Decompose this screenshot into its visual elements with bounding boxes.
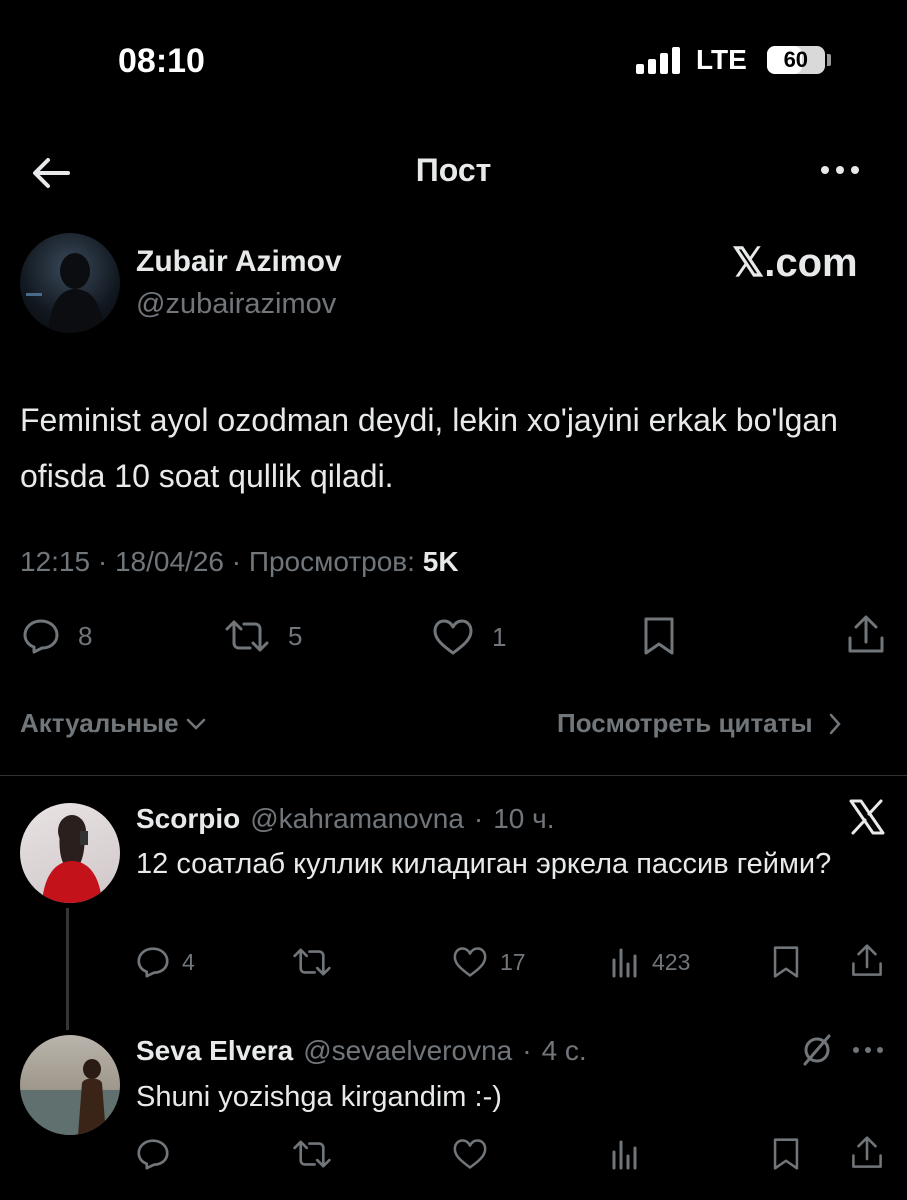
views-button[interactable] (610, 1138, 652, 1170)
bookmark-button[interactable] (770, 944, 802, 985)
meta-separator: · (473, 803, 484, 834)
chevron-down-icon (186, 718, 205, 730)
bookmark-icon (773, 1138, 799, 1170)
page-title: Пост (415, 152, 492, 188)
repost-icon (293, 948, 331, 976)
bookmark-button[interactable] (770, 1136, 802, 1177)
reply-author-name[interactable]: Scorpio (136, 803, 240, 835)
reply-avatar[interactable] (20, 803, 120, 903)
x-brand-watermark: 𝕏.com (732, 241, 858, 285)
reply-author-handle[interactable]: @kahramanovna (250, 803, 464, 835)
battery-tip (826, 54, 831, 66)
reply-text: 12 соатлаб куллик киладиган эркела пасси… (136, 848, 832, 880)
views-count: 423 (652, 948, 691, 975)
sort-label: Актуальные (20, 708, 179, 738)
grok-icon[interactable] (800, 1032, 834, 1073)
network-type: LTE (696, 44, 747, 75)
more-icon[interactable] (816, 150, 866, 190)
meta-separator: · (231, 546, 249, 577)
repost-button[interactable]: 5 (224, 618, 302, 654)
post-date: 18/04/26 (114, 546, 224, 577)
author-avatar[interactable] (20, 233, 120, 333)
post-text: Feminist ayol ozodman deydi, lekin xo'ja… (20, 402, 838, 494)
meta-separator: · (97, 546, 115, 577)
like-button[interactable]: 17 (452, 946, 526, 978)
reply-button[interactable]: 8 (22, 618, 92, 654)
chevron-right-icon (829, 713, 841, 734)
thread-line (66, 908, 69, 1030)
views-count: 5K (422, 546, 459, 577)
share-button[interactable] (846, 614, 886, 656)
more-icon[interactable] (850, 1040, 886, 1065)
battery-percent: 60 (783, 47, 809, 72)
battery-icon: 60 (766, 46, 825, 74)
reply-avatar[interactable] (20, 1035, 120, 1135)
reply-count: 4 (182, 948, 195, 975)
status-time: 08:10 (118, 42, 205, 80)
share-button[interactable] (850, 942, 884, 985)
reply-time: 4 с. (541, 1035, 587, 1066)
reply-author-handle[interactable]: @sevaelverovna (303, 1035, 512, 1067)
repost-count: 5 (288, 620, 303, 651)
share-icon (852, 1136, 882, 1168)
post-meta: 12:15 · 18/04/26 · Просмотров: 5K (20, 546, 459, 578)
views-icon (612, 948, 637, 978)
reply-time: 10 ч. (493, 803, 555, 834)
sort-dropdown[interactable]: Актуальные (20, 708, 207, 739)
reply-author-name[interactable]: Seva Elvera (136, 1035, 293, 1067)
like-button[interactable] (452, 1138, 500, 1170)
reply-header: Seva Elvera @sevaelverovna · 4 с. (136, 1035, 587, 1067)
views-label: Просмотров: (248, 546, 415, 577)
reply-button[interactable]: 4 (136, 946, 195, 978)
repost-icon (225, 620, 269, 652)
reply-header: Scorpio @kahramanovna · 10 ч. (136, 803, 555, 835)
like-count: 17 (500, 948, 526, 975)
cellular-signal-icon (636, 46, 680, 74)
bookmark-button[interactable] (640, 616, 678, 656)
reply-button[interactable] (136, 1138, 182, 1170)
x-logo-icon (848, 798, 886, 841)
share-icon (852, 944, 882, 976)
reply-icon (23, 619, 59, 654)
bookmark-icon (644, 617, 674, 655)
reply-text: Shuni yozishga kirgandim :-) (136, 1081, 502, 1113)
like-icon (453, 1139, 487, 1169)
bookmark-icon (773, 946, 799, 978)
repost-button[interactable] (292, 946, 344, 978)
view-quotes-label: Посмотреть цитаты (557, 708, 813, 738)
status-indicators: LTE 60 (636, 44, 831, 76)
like-icon (433, 619, 473, 655)
author-handle[interactable]: @zubairazimov (136, 288, 336, 321)
view-quotes-link[interactable]: Посмотреть цитаты (557, 708, 843, 739)
repost-icon (293, 1140, 331, 1168)
share-icon (848, 615, 884, 653)
author-name[interactable]: Zubair Azimov (136, 245, 342, 279)
meta-separator: · (522, 1035, 532, 1066)
reply-icon (137, 947, 169, 978)
repost-button[interactable] (292, 1138, 344, 1170)
reply-icon (137, 1139, 169, 1170)
post-time: 12:15 (20, 546, 91, 577)
views-icon (612, 1140, 637, 1170)
like-count: 1 (492, 621, 507, 652)
like-icon (453, 947, 487, 977)
share-button[interactable] (850, 1134, 884, 1177)
like-button[interactable]: 1 (432, 618, 506, 656)
divider (0, 775, 907, 776)
views-button[interactable]: 423 (610, 946, 690, 978)
reply-count: 8 (78, 620, 93, 651)
